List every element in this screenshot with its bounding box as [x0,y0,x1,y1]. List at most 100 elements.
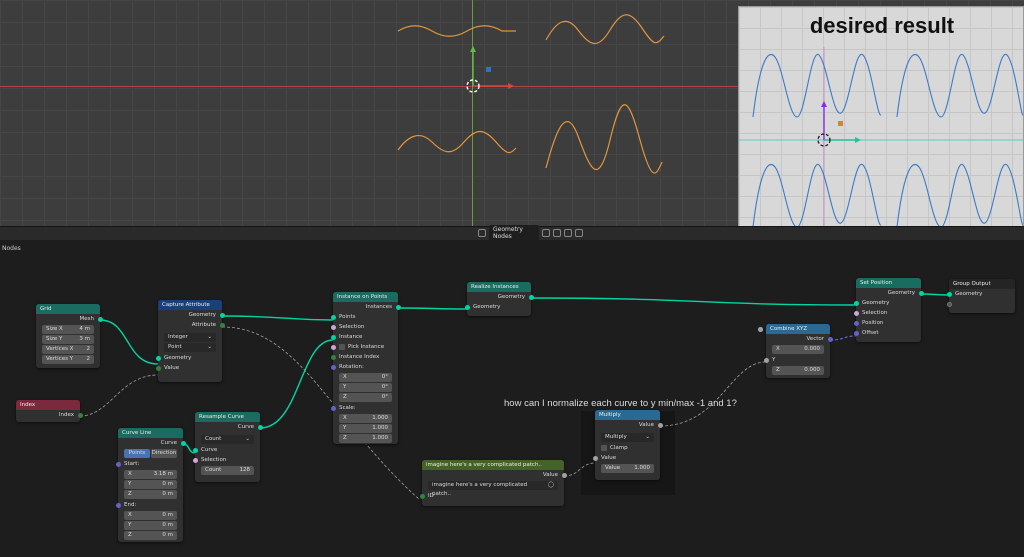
socket-curve-line-out[interactable] [180,440,186,446]
pin-icon[interactable] [575,229,583,237]
socket-mesh-out[interactable] [97,316,103,322]
rotation-x-field[interactable]: X 0° [339,373,392,382]
socket-start-in[interactable] [115,461,121,467]
socket-position-in[interactable] [853,320,859,326]
grid-vertices-x-field[interactable]: Vertices X2 [42,345,94,354]
rotation-z-field[interactable]: Z 0° [339,393,392,402]
index-node[interactable]: Index Index [16,400,83,422]
socket-end-in[interactable] [115,502,121,508]
curve-line-header[interactable]: Curve Line [118,428,183,438]
socket-multiply-in-1[interactable] [592,455,598,461]
socket-realize-in[interactable] [464,304,470,310]
socket-instance-index-in[interactable] [330,354,336,360]
index-node-header[interactable]: Index [16,400,80,410]
resample-count-field[interactable]: Count 128 [201,466,254,475]
socket-capture-value-in[interactable] [155,365,161,371]
combine-xyz-header[interactable]: Combine XYZ [766,324,830,334]
mode-direction-button[interactable]: Direction [151,449,177,458]
group-output-header[interactable]: Group Output [949,279,1015,289]
start-x-field[interactable]: X 3.18 m [124,470,177,479]
socket-set-position-selection-in[interactable] [853,310,859,316]
scale-x-field[interactable]: X 1.000 [339,414,392,423]
node-tree-name[interactable]: Geometry Nodes [489,225,539,241]
scale-z-field[interactable]: Z 1.000 [339,434,392,443]
realize-instances-header[interactable]: Realize Instances [467,282,531,292]
resample-mode-dropdown[interactable]: Count ⌄ [201,435,254,444]
combine-x-field[interactable]: X 0.000 [757,326,824,354]
capture-domain-dropdown[interactable]: Point ⌄ [164,343,216,352]
multiply-value-field[interactable]: Value 1.000 [601,464,654,473]
socket-capture-geo-out[interactable] [219,312,225,318]
socket-empty-in[interactable] [946,301,952,307]
grid-node-header[interactable]: Grid [36,304,100,314]
instance-on-points-node[interactable]: Instance on Points Instances Points Sele… [330,292,401,444]
socket-resample-curve-in[interactable] [192,447,198,453]
duplicate-icon[interactable] [553,229,561,237]
socket-id-in[interactable] [419,493,425,499]
start-z-field[interactable]: Z0 m [124,490,177,499]
socket-rotation-in[interactable] [330,364,336,370]
socket-resample-selection-in[interactable] [192,457,198,463]
socket-group-value-out[interactable] [561,472,567,478]
socket-scale-in[interactable] [330,405,336,411]
curve-line-mode-toggle[interactable]: Points Direction [124,449,177,458]
socket-resample-out[interactable] [257,424,263,430]
group-node-header[interactable]: imagine here's a very complicated patch.… [422,460,564,470]
resample-curve-node[interactable]: Resample Curve Curve Count ⌄ Curve Select… [192,412,263,482]
rotation-y-field[interactable]: Y 0° [339,383,392,392]
checkbox-icon[interactable] [601,444,607,451]
multiply-operation-dropdown[interactable]: Multiply ⌄ [601,433,654,442]
socket-vector-out[interactable] [827,336,833,342]
combine-z-field[interactable]: Z 0.000 [757,326,824,375]
socket-capture-geo-in[interactable] [155,355,161,361]
socket-pick-instance-in[interactable] [330,344,336,350]
close-icon[interactable] [564,229,572,237]
socket-realize-out[interactable] [528,294,534,300]
socket-instances-out[interactable] [395,304,401,310]
capture-attribute-node[interactable]: Capture Attribute Geometry Attribute Int… [155,300,225,382]
socket-points-in[interactable] [330,314,336,320]
scale-y-field[interactable]: Y 1.000 [339,424,392,433]
socket-offset-in[interactable] [853,330,859,336]
multiply-header[interactable]: Multiply [595,410,660,420]
end-z-field[interactable]: Z0 m [124,531,177,540]
set-position-node[interactable]: Set Position Geometry Geometry Selection… [853,278,924,342]
clamp-checkbox[interactable]: Clamp [595,443,660,453]
sine-top-right [896,54,1024,118]
socket-capture-attr-out[interactable] [219,322,225,328]
end-x-field[interactable]: X0 m [124,511,177,520]
complicated-patch-group-node[interactable]: imagine here's a very complicated patch.… [419,460,567,506]
socket-selection-in[interactable] [330,324,336,330]
set-position-header[interactable]: Set Position [856,278,921,288]
instance-on-points-header[interactable]: Instance on Points [333,292,398,302]
group-tree-selector[interactable]: imagine here's a very complicated patch.… [428,481,558,497]
socket-z-in[interactable] [757,326,763,332]
socket-group-output-geo-in[interactable] [946,291,952,297]
socket-y-in[interactable] [763,357,769,363]
combine-xyz-node[interactable]: Combine XYZ Vector X 0.000 Y Z 0.000 [757,324,833,378]
grid-node[interactable]: Grid Mesh Size X4 m Size Y3 m Vertices X… [36,304,103,368]
start-y-field[interactable]: Y0 m [124,480,177,489]
pick-instance-checkbox[interactable]: Pick Instance [330,342,398,352]
socket-set-position-out[interactable] [918,290,924,296]
resample-curve-header[interactable]: Resample Curve [195,412,260,422]
mode-points-button[interactable]: Points [124,449,150,458]
grid-vertices-y-field[interactable]: Vertices Y2 [42,355,94,364]
fake-user-icon[interactable] [542,229,550,237]
capture-attribute-header[interactable]: Capture Attribute [158,300,222,310]
socket-instance-in[interactable] [330,334,336,340]
realize-instances-node[interactable]: Realize Instances Geometry Geometry [464,282,534,316]
grid-size-y-field[interactable]: Size Y3 m [42,335,94,344]
socket-index-out[interactable] [77,412,83,418]
checkbox-icon[interactable] [339,343,345,350]
grid-size-x-field[interactable]: Size X4 m [42,325,94,334]
node-tree-selector[interactable]: Geometry Nodes [478,225,583,241]
socket-multiply-out[interactable] [657,422,663,428]
curve-line-node[interactable]: Curve Line Curve Points Direction Start: … [115,428,186,542]
socket-set-position-geo-in[interactable] [853,300,859,306]
multiply-node[interactable]: Multiply Value Multiply ⌄ Clamp Value Val… [592,410,663,480]
fake-user-icon[interactable]: ◯ [548,481,554,490]
end-y-field[interactable]: Y0 m [124,521,177,530]
group-output-node[interactable]: Group Output Geometry [946,279,1015,313]
capture-type-dropdown[interactable]: Integer ⌄ [164,333,216,342]
